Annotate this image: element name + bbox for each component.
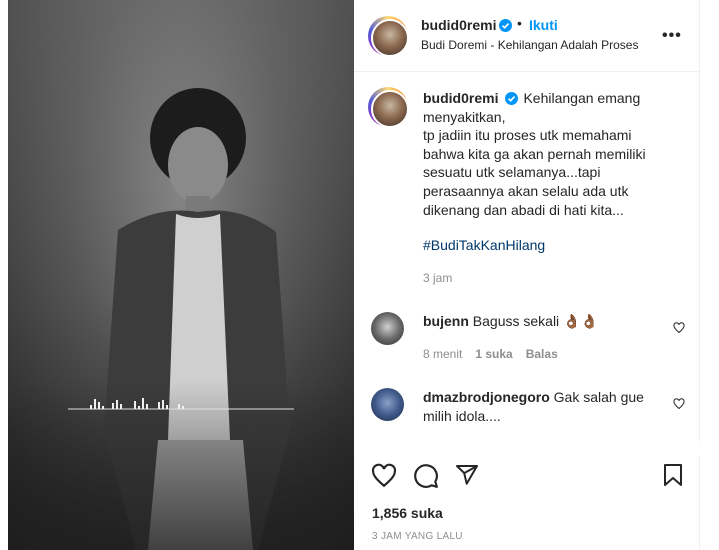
caption-line: dikenang dan abadi di hati kita... bbox=[423, 201, 624, 218]
header-divider bbox=[354, 71, 699, 72]
caption-avatar[interactable] bbox=[368, 87, 409, 128]
hashtag-link[interactable]: #BudiTakKanHilang bbox=[423, 237, 545, 253]
comment-likes[interactable]: 1 suka bbox=[475, 347, 512, 361]
author-avatar[interactable] bbox=[368, 16, 409, 57]
comment-avatar[interactable] bbox=[371, 312, 404, 345]
caption-time: 3 jam bbox=[423, 271, 453, 285]
post-media[interactable] bbox=[8, 0, 354, 550]
heart-icon[interactable] bbox=[371, 463, 397, 489]
comment-body: bujenn Baguss sekali 👌🏾👌🏾 bbox=[423, 312, 663, 331]
heart-small-icon[interactable] bbox=[673, 398, 685, 410]
caption-line: bahwa kita ga akan pernah memiliki bbox=[423, 145, 646, 162]
audio-title[interactable]: Budi Doremi - Kehilangan Adalah Proses bbox=[421, 38, 638, 52]
caption-line: perasaannya akan selalu ada utk bbox=[423, 182, 629, 199]
comment-avatar[interactable] bbox=[371, 388, 404, 421]
more-icon[interactable]: ••• bbox=[662, 27, 682, 45]
header-user: budid0remi bbox=[421, 17, 513, 33]
heart-small-icon[interactable] bbox=[673, 322, 685, 334]
caption-line: tp jadiin itu proses utk memahami bbox=[423, 127, 632, 144]
post-panel bbox=[354, 0, 700, 550]
post-timestamp: 3 JAM YANG LALU bbox=[372, 531, 463, 542]
header-dot: • bbox=[517, 15, 522, 31]
comment-username[interactable]: bujenn bbox=[423, 313, 469, 329]
bookmark-icon[interactable] bbox=[661, 463, 685, 487]
caption-username[interactable]: budid0remi bbox=[423, 90, 498, 106]
audio-waveform bbox=[68, 398, 294, 410]
comment-icon[interactable] bbox=[413, 463, 439, 489]
likes-count[interactable]: 1,856 suka bbox=[372, 505, 443, 521]
comment-text: Baguss sekali 👌🏾👌🏾 bbox=[472, 313, 598, 329]
author-username[interactable]: budid0remi bbox=[421, 17, 496, 33]
comment-username[interactable]: dmazbrodjonegoro bbox=[423, 389, 550, 405]
reply-button[interactable]: Balas bbox=[526, 347, 558, 361]
verified-badge-icon bbox=[505, 92, 519, 105]
verified-badge-icon bbox=[499, 19, 513, 32]
follow-button[interactable]: Ikuti bbox=[529, 17, 558, 33]
caption-line: sesuatu utk selamanya...tapi bbox=[423, 164, 601, 181]
comment-time: 8 menit bbox=[423, 347, 463, 361]
comments-fade bbox=[354, 436, 700, 456]
share-icon[interactable] bbox=[455, 463, 479, 487]
caption-body: budid0remi Kehilangan emang menyakitkan, … bbox=[423, 89, 663, 219]
comment-body: dmazbrodjonegoro Gak salah gue milih ido… bbox=[423, 388, 663, 425]
comment-meta: 8 menit 1 suka Balas bbox=[423, 347, 571, 361]
